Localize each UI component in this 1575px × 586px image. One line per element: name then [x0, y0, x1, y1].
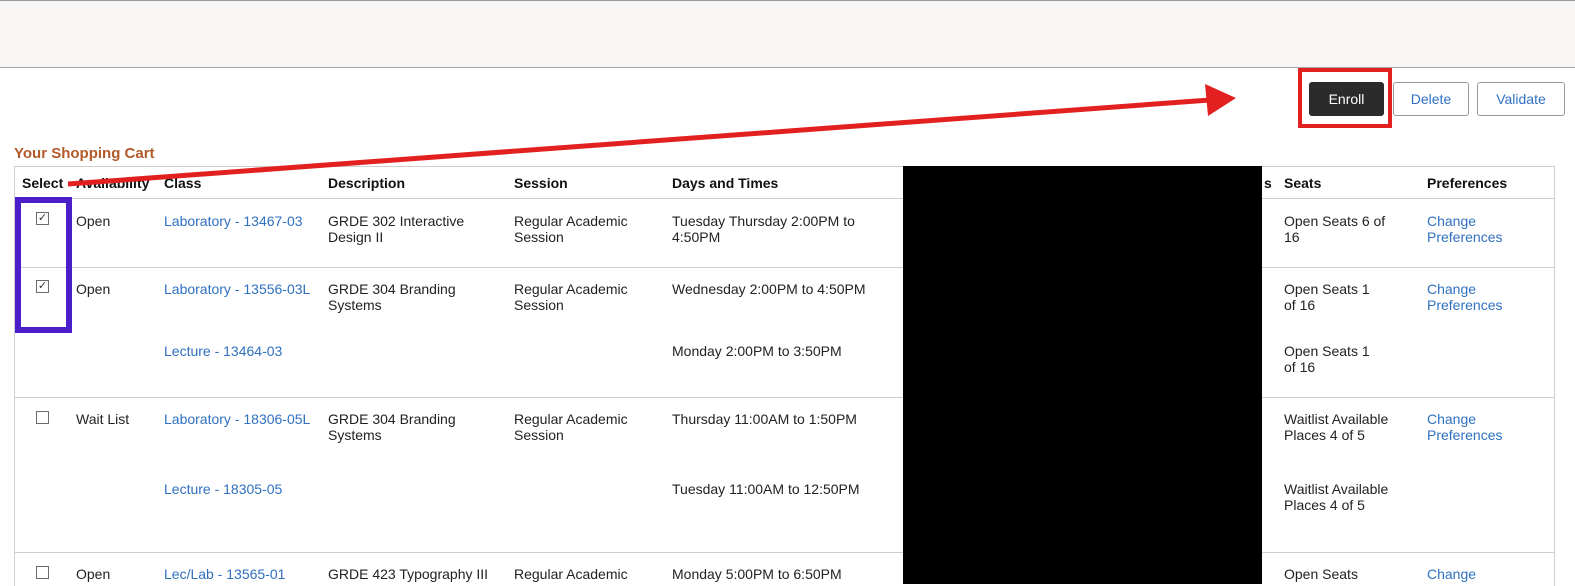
redacted-area — [903, 166, 1262, 584]
row-divider — [14, 267, 1555, 268]
row-divider — [14, 198, 1555, 199]
days-and-times: Monday 5:00PM to 6:50PM — [672, 566, 842, 582]
column-header-preferences: Preferences — [1427, 175, 1508, 191]
validate-button[interactable]: Validate — [1477, 82, 1565, 116]
session-name: Regular Academic Session — [514, 213, 628, 245]
availability-status: Open — [76, 566, 111, 582]
select-checkbox[interactable] — [36, 411, 49, 424]
seats-info: Open Seats — [1284, 566, 1358, 582]
course-description: GRDE 302 Interactive Design II — [328, 213, 465, 245]
column-header-select: Select — [22, 175, 64, 191]
course-description: GRDE 423 Typography III — [328, 566, 489, 582]
availability-status: Open — [76, 281, 111, 297]
course-description: GRDE 304 Branding Systems — [328, 411, 456, 443]
days-and-times: Monday 2:00PM to 3:50PM — [672, 343, 842, 359]
availability-status: Wait List — [76, 411, 130, 427]
session-name: Regular Academic Session — [514, 411, 628, 443]
seats-info: Open Seats 1 of 16 — [1284, 343, 1370, 375]
delete-button[interactable]: Delete — [1393, 82, 1469, 116]
session-name: Regular Academic Session — [514, 281, 628, 313]
class-link[interactable]: Laboratory - 13556-03L — [164, 281, 310, 297]
class-link[interactable]: Laboratory - 13467-03 — [164, 213, 303, 229]
column-header-session: Session — [514, 175, 568, 191]
column-header-seats: Seats — [1284, 175, 1322, 191]
change-preferences-link[interactable]: Change Preferences — [1427, 281, 1527, 313]
days-and-times: Thursday 11:00AM to 1:50PM — [672, 411, 857, 427]
days-and-times: Wednesday 2:00PM to 4:50PM — [672, 281, 866, 297]
select-checkbox[interactable] — [36, 566, 49, 579]
column-header-units-fragment: s — [1264, 175, 1272, 191]
column-header-description: Description — [328, 175, 406, 191]
seats-info: Open Seats 6 of 16 — [1284, 213, 1386, 245]
class-link[interactable]: Laboratory - 18306-05L — [164, 411, 310, 427]
seats-info: Waitlist Available Places 4 of 5 — [1284, 481, 1389, 513]
seats-info: Open Seats 1 of 16 — [1284, 281, 1370, 313]
column-header-availability: Availability — [76, 175, 150, 191]
class-link[interactable]: Lec/Lab - 13565-01 — [164, 566, 285, 582]
top-banner-area — [0, 0, 1575, 68]
selected-checkboxes-highlight-box — [15, 197, 72, 333]
row-divider — [14, 397, 1555, 398]
row-divider — [14, 552, 1555, 553]
shopping-cart-title: Your Shopping Cart — [14, 145, 155, 162]
days-and-times: Tuesday Thursday 2:00PM to 4:50PM — [672, 213, 855, 245]
days-and-times: Tuesday 11:00AM to 12:50PM — [672, 481, 860, 497]
class-link[interactable]: Lecture - 13464-03 — [164, 343, 282, 359]
change-preferences-link[interactable]: Change Preferences — [1427, 213, 1527, 245]
column-header-days-and-times: Days and Times — [672, 175, 779, 191]
change-preferences-link[interactable]: Change — [1427, 566, 1476, 582]
session-name: Regular Academic — [514, 566, 628, 582]
change-preferences-link[interactable]: Change Preferences — [1427, 411, 1527, 443]
course-description: GRDE 304 Branding Systems — [328, 281, 456, 313]
column-header-class: Class — [164, 175, 202, 191]
enroll-highlight-box — [1298, 68, 1392, 128]
class-link[interactable]: Lecture - 18305-05 — [164, 481, 282, 497]
seats-info: Waitlist Available Places 4 of 5 — [1284, 411, 1389, 443]
availability-status: Open — [76, 213, 111, 229]
